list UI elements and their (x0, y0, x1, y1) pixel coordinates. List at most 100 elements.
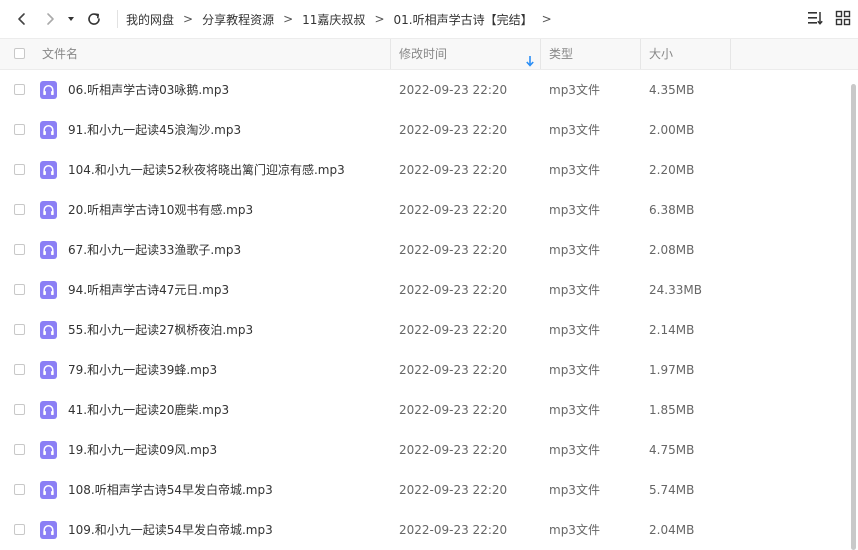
breadcrumb-separator: > (183, 12, 194, 26)
file-size: 2.20MB (649, 163, 695, 177)
row-checkbox[interactable] (14, 324, 25, 335)
file-name[interactable]: 41.和小九一起读20鹿柴.mp3 (68, 390, 229, 430)
audio-file-icon (40, 241, 57, 262)
row-checkbox[interactable] (14, 524, 25, 535)
sort-view-button[interactable] (806, 9, 824, 31)
file-size: 4.75MB (649, 443, 695, 457)
file-type: mp3文件 (549, 363, 600, 377)
vertical-scrollbar[interactable] (851, 84, 856, 550)
table-row[interactable]: 67.和小九一起读33渔歌子.mp3 2022-09-23 22:20 mp3文… (0, 230, 850, 270)
file-type: mp3文件 (549, 403, 600, 417)
file-name[interactable]: 94.听相声学古诗47元日.mp3 (68, 270, 229, 310)
table-row[interactable]: 19.和小九一起读09风.mp3 2022-09-23 22:20 mp3文件 … (0, 430, 850, 470)
table-row[interactable]: 41.和小九一起读20鹿柴.mp3 2022-09-23 22:20 mp3文件… (0, 390, 850, 430)
file-type: mp3文件 (549, 243, 600, 257)
grid-view-button[interactable] (834, 9, 852, 31)
row-checkbox[interactable] (14, 244, 25, 255)
file-modified: 2022-09-23 22:20 (399, 203, 508, 217)
breadcrumb-item-folder[interactable]: 11嘉庆叔叔 (302, 11, 365, 28)
column-divider[interactable] (390, 39, 391, 69)
refresh-button[interactable] (81, 6, 107, 32)
table-row[interactable]: 94.听相声学古诗47元日.mp3 2022-09-23 22:20 mp3文件… (0, 270, 850, 310)
audio-file-icon (40, 361, 57, 382)
column-size[interactable]: 大小 (649, 39, 673, 69)
breadcrumb-separator: > (541, 12, 552, 26)
file-size: 5.74MB (649, 483, 695, 497)
file-modified: 2022-09-23 22:20 (399, 283, 508, 297)
column-name[interactable]: 文件名 (42, 39, 78, 69)
file-type: mp3文件 (549, 123, 600, 137)
breadcrumb-item-current[interactable]: 01.听相声学古诗【完结】 (394, 11, 533, 28)
file-name[interactable]: 104.和小九一起读52秋夜将晓出篱门迎凉有感.mp3 (68, 150, 345, 190)
file-size: 6.38MB (649, 203, 695, 217)
column-divider[interactable] (730, 39, 731, 69)
audio-file-icon (40, 321, 57, 342)
chevron-left-icon (18, 13, 25, 25)
table-row[interactable]: 91.和小九一起读45浪淘沙.mp3 2022-09-23 22:20 mp3文… (0, 110, 850, 150)
table-row[interactable]: 20.听相声学古诗10观书有感.mp3 2022-09-23 22:20 mp3… (0, 190, 850, 230)
row-checkbox[interactable] (14, 84, 25, 95)
table-row[interactable]: 108.听相声学古诗54早发白帝城.mp3 2022-09-23 22:20 m… (0, 470, 850, 510)
row-checkbox[interactable] (14, 364, 25, 375)
table-row[interactable]: 109.和小九一起读54早发白帝城.mp3 2022-09-23 22:20 m… (0, 510, 850, 550)
breadcrumb-item-root[interactable]: 我的网盘 (126, 11, 174, 28)
history-dropdown-button[interactable] (63, 6, 79, 32)
file-name[interactable]: 19.和小九一起读09风.mp3 (68, 430, 217, 470)
table-row[interactable]: 104.和小九一起读52秋夜将晓出篱门迎凉有感.mp3 2022-09-23 2… (0, 150, 850, 190)
row-checkbox[interactable] (14, 164, 25, 175)
file-name[interactable]: 79.和小九一起读39蜂.mp3 (68, 350, 217, 390)
file-type: mp3文件 (549, 163, 600, 177)
select-all-checkbox[interactable] (14, 48, 25, 59)
file-list: 06.听相声学古诗03咏鹅.mp3 2022-09-23 22:20 mp3文件… (0, 70, 850, 550)
column-header: 文件名 修改时间 类型 大小 (0, 38, 858, 70)
row-checkbox[interactable] (14, 444, 25, 455)
forward-button[interactable] (37, 6, 63, 32)
view-tools (806, 9, 852, 31)
table-row[interactable]: 06.听相声学古诗03咏鹅.mp3 2022-09-23 22:20 mp3文件… (0, 70, 850, 110)
column-divider[interactable] (640, 39, 641, 69)
audio-file-icon (40, 81, 57, 102)
row-checkbox[interactable] (14, 404, 25, 415)
audio-file-icon (40, 161, 57, 182)
file-name[interactable]: 67.和小九一起读33渔歌子.mp3 (68, 230, 241, 270)
file-type: mp3文件 (549, 323, 600, 337)
audio-file-icon (40, 441, 57, 462)
caret-down-icon (68, 17, 74, 21)
file-size: 2.14MB (649, 323, 695, 337)
file-modified: 2022-09-23 22:20 (399, 483, 508, 497)
file-type: mp3文件 (549, 443, 600, 457)
file-name[interactable]: 20.听相声学古诗10观书有感.mp3 (68, 190, 253, 230)
file-size: 2.04MB (649, 523, 695, 537)
column-modified[interactable]: 修改时间 (399, 39, 447, 69)
file-name[interactable]: 108.听相声学古诗54早发白帝城.mp3 (68, 470, 273, 510)
table-row[interactable]: 79.和小九一起读39蜂.mp3 2022-09-23 22:20 mp3文件 … (0, 350, 850, 390)
file-modified: 2022-09-23 22:20 (399, 403, 508, 417)
row-checkbox[interactable] (14, 484, 25, 495)
file-modified: 2022-09-23 22:20 (399, 83, 508, 97)
breadcrumb-item-share[interactable]: 分享教程资源 (202, 11, 274, 28)
file-modified: 2022-09-23 22:20 (399, 323, 508, 337)
audio-file-icon (40, 121, 57, 142)
breadcrumb-separator: > (283, 12, 294, 26)
file-type: mp3文件 (549, 523, 600, 537)
file-type: mp3文件 (549, 483, 600, 497)
file-size: 1.85MB (649, 403, 695, 417)
toolbar-divider (117, 10, 118, 28)
row-checkbox[interactable] (14, 204, 25, 215)
column-divider[interactable] (540, 39, 541, 69)
file-name[interactable]: 109.和小九一起读54早发白帝城.mp3 (68, 510, 273, 550)
sort-desc-icon[interactable] (525, 48, 535, 67)
file-name[interactable]: 91.和小九一起读45浪淘沙.mp3 (68, 110, 241, 150)
file-size: 24.33MB (649, 283, 702, 297)
column-type[interactable]: 类型 (549, 39, 573, 69)
file-size: 1.97MB (649, 363, 695, 377)
file-type: mp3文件 (549, 203, 600, 217)
file-name[interactable]: 55.和小九一起读27枫桥夜泊.mp3 (68, 310, 253, 350)
row-checkbox[interactable] (14, 124, 25, 135)
file-name[interactable]: 06.听相声学古诗03咏鹅.mp3 (68, 70, 229, 110)
table-row[interactable]: 55.和小九一起读27枫桥夜泊.mp3 2022-09-23 22:20 mp3… (0, 310, 850, 350)
file-modified: 2022-09-23 22:20 (399, 243, 508, 257)
back-button[interactable] (9, 6, 35, 32)
row-checkbox[interactable] (14, 284, 25, 295)
breadcrumb-separator: > (374, 12, 385, 26)
